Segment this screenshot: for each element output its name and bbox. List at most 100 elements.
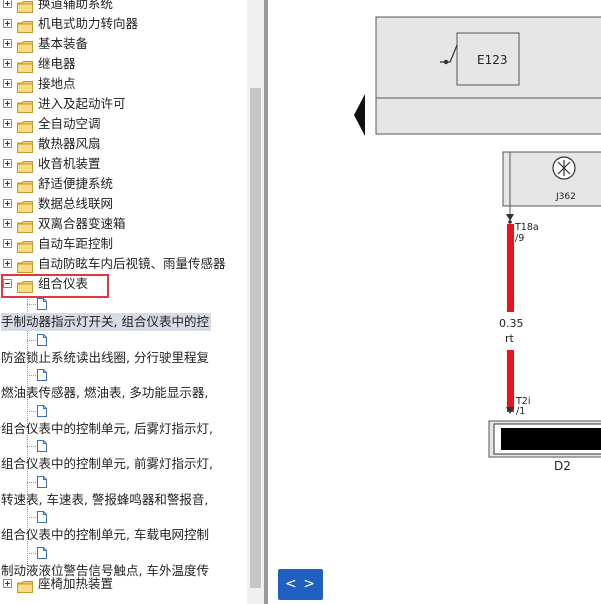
tree-folder[interactable]: 进入及起动许可 (0, 94, 247, 114)
scrollbar-thumb[interactable] (250, 88, 261, 588)
expand-icon[interactable] (3, 159, 12, 168)
folder-label: 自动防眩车内后视镜、雨量传感器 (38, 256, 226, 271)
folder-icon (17, 159, 33, 173)
connector-body (501, 428, 601, 450)
tree-branch-line (27, 304, 36, 305)
tree-leaf[interactable]: 组合仪表中的控制单元, 前雾灯指示灯, (1, 455, 213, 473)
document-icon (37, 511, 47, 523)
tree-folder[interactable]: 数据总线联网 (0, 194, 247, 214)
wire-color: rt (505, 332, 515, 345)
tree-folder[interactable]: 换道辅助系统 (0, 0, 247, 14)
tree-folder[interactable]: 全自动空调 (0, 114, 247, 134)
tree-branch-line (27, 446, 36, 447)
tree-branch-line (27, 410, 36, 412)
pin-number-top: /9 (515, 233, 524, 244)
tree-folder[interactable]: 机电式助力转向器 (0, 14, 247, 34)
tree-folder[interactable]: 自动车距控制 (0, 234, 247, 254)
document-icon (37, 475, 47, 488)
tree-folder[interactable]: 散热器风扇 (0, 134, 247, 154)
collapse-arrow-icon[interactable] (354, 94, 365, 136)
folder-label: 自动车距控制 (38, 236, 114, 251)
folder-label: 换道辅助系统 (38, 0, 114, 11)
tree-folder[interactable]: 舒适便捷系统 (0, 174, 247, 194)
document-icon (37, 369, 47, 381)
expand-icon[interactable] (3, 99, 12, 108)
pin-label-top: T18a (514, 222, 539, 233)
folder-icon (17, 579, 33, 593)
wire-size: 0.35 (499, 317, 524, 330)
tree-scrollbar[interactable] (247, 0, 264, 604)
tree-folder[interactable]: 基本装备 (0, 34, 247, 54)
tree-folder[interactable]: 收音机装置 (0, 154, 247, 174)
folder-icon (17, 119, 33, 133)
tree-leaf-selected[interactable]: 手制动器指示灯开关, 组合仪表中的控 (1, 313, 211, 331)
tree-leaf[interactable]: 防盗锁止系统读出线圈, 分行驶里程复 (1, 349, 209, 367)
page-nav-button[interactable]: < > (278, 569, 323, 600)
folder-icon (17, 179, 33, 193)
tree-leaf[interactable]: 转速表, 车速表, 警报蜂鸣器和警报音, (1, 491, 208, 509)
expand-icon[interactable] (3, 179, 12, 188)
label-j362: J362 (555, 192, 576, 202)
folder-icon (17, 139, 33, 153)
folder-icon (17, 99, 33, 113)
pin-number-bottom: /1 (516, 406, 525, 417)
expand-icon[interactable] (3, 19, 12, 28)
expand-icon[interactable] (3, 259, 12, 268)
tree-folder[interactable]: 双离合器变速箱 (0, 214, 247, 234)
tree-branch-line (27, 552, 36, 554)
folder-icon (17, 199, 33, 213)
folder-label: 数据总线联网 (38, 196, 114, 211)
expand-icon[interactable] (3, 0, 12, 8)
wire-segment-top (507, 224, 514, 312)
tree-folder[interactable]: 接地点 (0, 74, 247, 94)
wire-segment-bottom (507, 350, 514, 412)
document-icon (37, 440, 47, 452)
folder-label: 全自动空调 (38, 116, 101, 131)
folder-label: 继电器 (38, 56, 76, 71)
tree-leaf[interactable]: 组合仪表中的控制单元, 车载电网控制 (1, 526, 209, 544)
document-icon (37, 298, 47, 310)
folder-label: 散热器风扇 (38, 136, 101, 151)
expand-icon[interactable] (3, 119, 12, 128)
document-icon (37, 333, 47, 346)
tree-branch-line (27, 339, 36, 341)
tree-branch-line (27, 481, 36, 483)
folder-icon (17, 59, 33, 73)
label-e123: E123 (477, 53, 508, 67)
expand-icon[interactable] (3, 139, 12, 148)
folder-icon (17, 19, 33, 33)
document-icon (37, 546, 47, 559)
tree-folder[interactable]: 自动防眩车内后视镜、雨量传感器 (0, 254, 247, 274)
tree-branch-line (27, 517, 36, 518)
document-icon (37, 404, 47, 417)
expand-icon[interactable] (3, 199, 12, 208)
folder-icon (17, 259, 33, 273)
expand-icon[interactable] (3, 579, 12, 588)
expand-icon[interactable] (3, 59, 12, 68)
tree-leaf[interactable]: 燃油表传感器, 燃油表, 多功能显示器, (1, 384, 208, 402)
tree-folder[interactable]: 座椅加热装置 (0, 574, 247, 594)
folder-label: 机电式助力转向器 (38, 16, 139, 31)
wiring-diagram: E123 J362 T18a /9 0.35 rt T2i /1 D2 (268, 0, 601, 604)
expand-icon[interactable] (3, 219, 12, 228)
tree-panel: 换道辅助系统机电式助力转向器 基本装备继电器接地点进入及起动许可全自动空调散热器风… (0, 0, 247, 604)
expand-icon[interactable] (3, 39, 12, 48)
folder-label: 双离合器变速箱 (38, 216, 126, 231)
tree-folder[interactable]: 继电器 (0, 54, 247, 74)
folder-icon (17, 79, 33, 93)
expand-icon[interactable] (3, 239, 12, 248)
folder-icon (17, 219, 33, 233)
connector-label: D2 (554, 459, 571, 473)
diagram-svg: E123 J362 T18a /9 0.35 rt T2i /1 D2 (354, 16, 601, 473)
folder-label: 座椅加热装置 (38, 576, 114, 591)
folder-label: 基本装备 (38, 36, 89, 51)
folder-label: 收音机装置 (38, 156, 101, 171)
folder-label: 舒适便捷系统 (38, 176, 114, 191)
selection-highlight-box (1, 274, 109, 298)
folder-icon (17, 39, 33, 53)
expand-icon[interactable] (3, 79, 12, 88)
control-unit-box (502, 151, 601, 207)
folder-label: 接地点 (38, 76, 76, 91)
tree-leaf[interactable]: 组合仪表中的控制单元, 后雾灯指示灯, (1, 420, 213, 438)
folder-icon (17, 0, 33, 13)
